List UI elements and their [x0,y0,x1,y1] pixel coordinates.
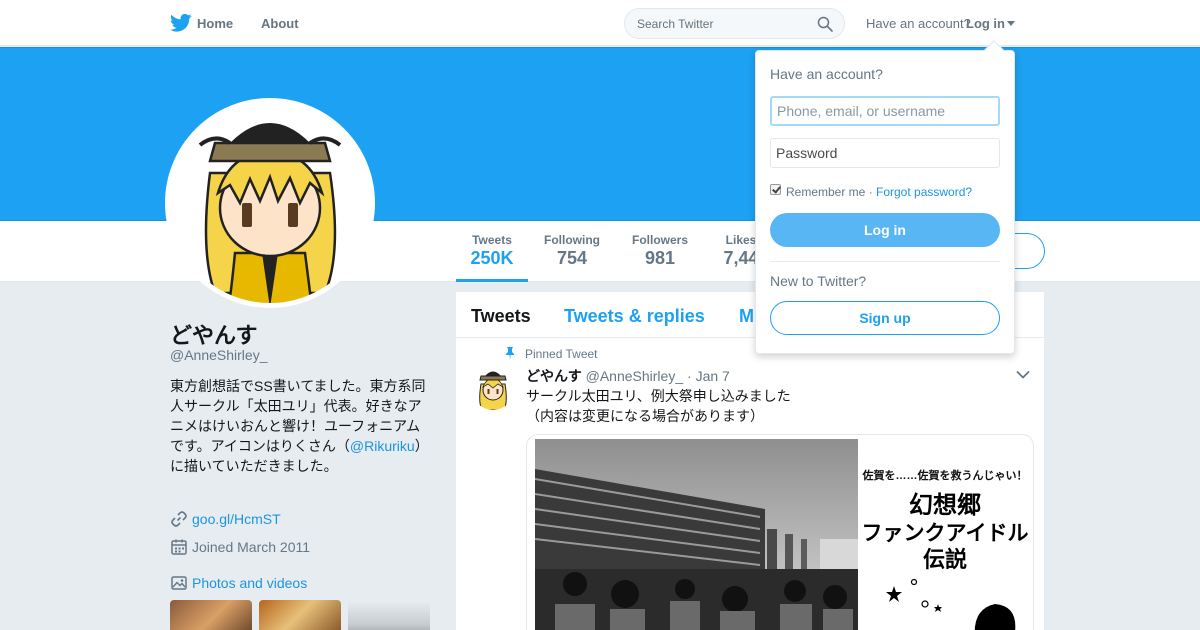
tweet-timestamp[interactable]: · Jan 7 [687,368,730,384]
remember-me-checkbox[interactable] [770,184,781,195]
login-dropdown-heading: Have an account? [770,66,883,82]
nav-home-link[interactable]: Home [197,16,233,31]
stat-tweets[interactable]: Tweets 250K [456,233,528,282]
remember-me-label[interactable]: Remember me · [786,185,873,199]
login-dropdown: Have an account? Remember me · Forgot pa… [755,40,1015,354]
divider [770,261,1000,262]
photos-videos-link[interactable]: Photos and videos [192,575,307,591]
tweet-avatar[interactable] [472,368,514,410]
new-to-twitter-text: New to Twitter? [770,273,867,289]
link-icon [171,511,187,527]
tweet-avatar-illustration [472,368,514,410]
tweet-header: どやんす @AnneShirley_ · Jan 7 [526,366,730,386]
calendar-icon [171,539,187,555]
media-thumbnail[interactable] [170,600,252,630]
flyer-title-line: ファンクアイドル [861,521,1029,545]
media-thumbnail[interactable] [348,600,430,630]
tweet-text-line: （内容は変更になる場合があります） [526,408,764,424]
tweet-media[interactable]: 佐賀を……佐賀を救うんじゃい！ 幻想郷 ファンクアイドル 伝説 [526,434,1034,630]
media-thumbnail[interactable] [259,600,341,630]
tab-tweets[interactable]: Tweets [471,306,531,327]
forgot-password-link[interactable]: Forgot password? [876,185,972,199]
stat-value: 250K [470,248,514,268]
tweet-text: サークル太田ユリ、例大祭申し込みました （内容は変更になる場合があります） [526,386,1026,426]
separator-dot: · [868,185,873,199]
bio-mention-link[interactable]: @Rikuriku [350,438,415,454]
tweet-author-handle[interactable]: @AnneShirley_ [586,368,684,384]
signup-button[interactable]: Sign up [770,301,1000,335]
avatar-illustration [170,103,370,303]
flyer-title-line: 伝説 [922,548,967,573]
flyer-title: 幻想郷 ファンクアイドル 伝説 [860,491,1030,575]
tab-media[interactable]: M [739,306,754,327]
nav-about-link[interactable]: About [261,16,299,31]
tab-tweets-and-replies[interactable]: Tweets & replies [564,306,705,327]
stat-value: 981 [644,248,676,268]
login-button[interactable]: Log in [770,213,1000,247]
profile-screen-name[interactable]: @AnneShirley_ [170,347,268,363]
profile-joined-date: Joined March 2011 [192,539,311,555]
flyer-title-line: 幻想郷 [909,491,981,519]
password-field[interactable] [770,138,1000,168]
stat-label: Tweets [472,233,512,247]
flyer-illustration [886,578,1016,630]
stadium-photo-image [535,439,858,630]
stadium-photo[interactable] [535,439,858,630]
top-navigation: Home About Search Twitter Have an accoun… [0,0,1200,46]
tweet-text-line: サークル太田ユリ、例大祭申し込みました [526,388,791,404]
stat-label: Followers [631,233,688,247]
username-field[interactable] [770,96,1000,126]
event-flyer[interactable]: 佐賀を……佐賀を救うんじゃい！ 幻想郷 ファンクアイドル 伝説 [860,439,1030,630]
search-placeholder: Search Twitter [637,17,714,31]
login-menu-link[interactable]: Log in [966,16,1005,31]
profile-display-name[interactable]: どやんす [170,318,258,350]
tweet-author-name[interactable]: どやんす [526,368,582,384]
stat-followers[interactable]: Followers 981 [624,233,696,269]
pinned-tweet-label: Pinned Tweet [525,347,598,361]
photo-icon [171,576,187,590]
stat-value: 754 [556,248,588,268]
profile-avatar[interactable] [165,98,375,308]
profile-url-link[interactable]: goo.gl/HcmST [192,511,281,527]
stat-label: Following [544,233,600,247]
remember-me-text: Remember me [786,185,866,199]
pin-icon [506,347,514,360]
caret-down-icon[interactable] [1007,21,1015,26]
search-input[interactable]: Search Twitter [624,8,845,39]
stat-following[interactable]: Following 754 [536,233,608,269]
chevron-down-icon[interactable] [1016,370,1030,380]
search-icon[interactable] [817,16,833,32]
have-account-text: Have an account? [866,16,971,31]
twitter-bird-icon[interactable] [170,13,192,33]
profile-bio: 東方創想話でSS書いてました。東方系同人サークル「太田ユリ」代表。好きなアニメは… [170,376,430,476]
flyer-tagline: 佐賀を……佐賀を救うんじゃい！ [862,470,1028,482]
